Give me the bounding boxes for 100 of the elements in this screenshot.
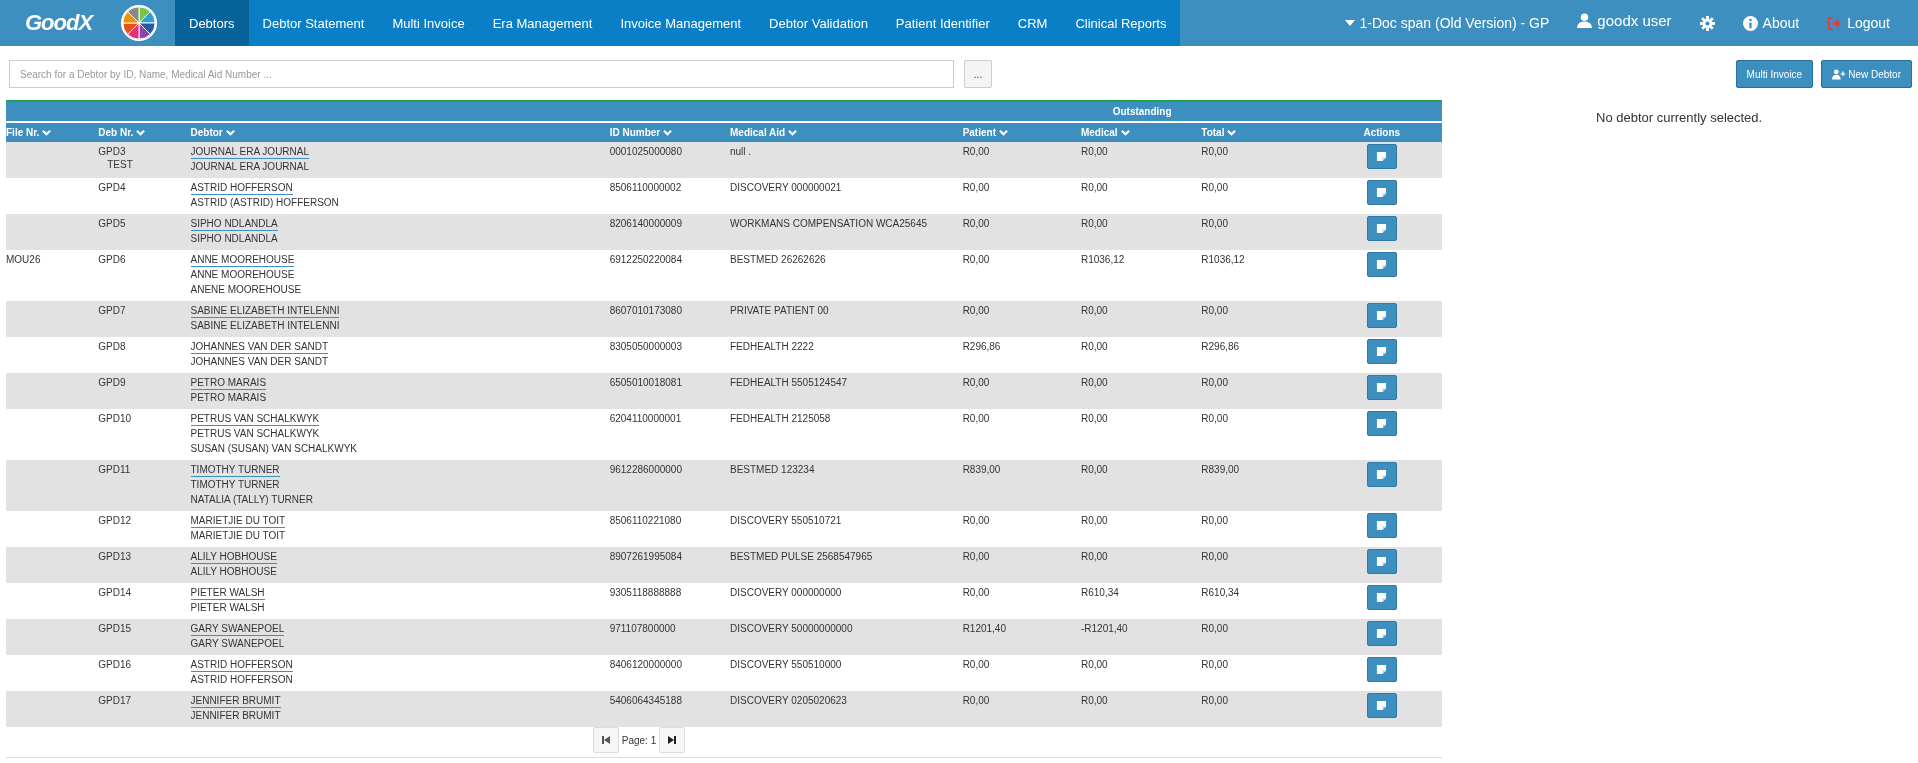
debtor-link[interactable]: ASTRID HOFFERSON	[190, 659, 293, 672]
table-cell-text: 8506110000002	[609, 181, 683, 194]
debtor-link[interactable]: ALILY HOBHOUSE	[190, 551, 277, 564]
debtor-link[interactable]: PETRO MARAIS	[190, 377, 267, 390]
table-cell-text: R1036,12	[1201, 253, 1246, 266]
nav-tab[interactable]: Debtors	[175, 0, 249, 46]
note-icon	[1376, 187, 1388, 198]
table-cell-text: R610,34	[1080, 586, 1120, 599]
table-cell: SUSAN (SUSAN) VAN SCHALKWYK	[190, 443, 357, 454]
note-button[interactable]	[1366, 549, 1397, 574]
table-cell-text: R0,00	[1080, 376, 1109, 389]
note-button[interactable]	[1366, 180, 1397, 205]
column-header[interactable]: Medical	[1080, 127, 1118, 138]
note-button[interactable]	[1366, 339, 1397, 364]
nav-tab[interactable]: Invoice Management	[606, 0, 756, 46]
sort-chevron-icon	[1120, 128, 1130, 137]
table-cell: JOURNAL ERA JOURNAL	[190, 161, 310, 172]
nav-tab[interactable]: Multi Invoice	[378, 0, 479, 46]
sort-chevron-icon	[1227, 128, 1237, 137]
table-cell: SIPHO NDLANDLA	[190, 233, 278, 244]
user-menu[interactable]: goodx user	[1563, 11, 1686, 29]
about-link[interactable]: About	[1728, 15, 1814, 31]
column-header[interactable]: Patient	[962, 127, 996, 138]
table-cell-text: 971107800000	[609, 622, 677, 635]
note-button[interactable]	[1366, 657, 1397, 682]
status-message: No debtor currently selected.	[1596, 110, 1763, 125]
note-button[interactable]	[1366, 144, 1397, 169]
sort-chevron-icon	[225, 128, 235, 137]
nav-tab[interactable]: Patient Identifier	[881, 0, 1004, 46]
first-page-button[interactable]	[592, 727, 619, 753]
note-icon	[1376, 520, 1388, 531]
debtor-link[interactable]: SABINE ELIZABETH INTELENNI	[190, 305, 340, 318]
debtor-link[interactable]: TIMOTHY TURNER	[190, 464, 280, 477]
table-cell-text: R0,00	[1080, 145, 1109, 158]
table-cell: ASTRID HOFFERSON	[190, 674, 293, 685]
table-cell-text: DISCOVERY 000000000	[730, 586, 843, 599]
note-icon	[1376, 664, 1388, 675]
action-button[interactable]: New Debtor	[1821, 60, 1912, 88]
table-cell-text: R839,00	[962, 463, 1002, 476]
nav-tab[interactable]: Debtor Statement	[248, 0, 379, 46]
debtor-link[interactable]: GARY SWANEPOEL	[190, 623, 285, 636]
practice-dropdown[interactable]: 1-Doc span (Old Version) - GP	[1330, 15, 1564, 31]
table-cell-text: GPD13	[98, 550, 133, 563]
first-page-icon	[600, 735, 611, 745]
nav-tab[interactable]: Era Management	[478, 0, 607, 46]
note-button[interactable]	[1366, 621, 1397, 646]
table-cell-text: GPD7	[98, 304, 127, 317]
debtor-link[interactable]: MARIETJIE DU TOIT	[190, 515, 286, 528]
note-button[interactable]	[1366, 585, 1397, 610]
table-cell-text: GPD9	[98, 376, 127, 389]
debtor-link[interactable]: ASTRID HOFFERSON	[190, 182, 293, 195]
note-button[interactable]	[1366, 693, 1397, 718]
note-button[interactable]	[1366, 216, 1397, 241]
search-field[interactable]: Search for a Debtor by ID, Name, Medical Aid Number ...	[9, 60, 954, 88]
note-button[interactable]	[1366, 375, 1397, 400]
debtor-link[interactable]: ANNE MOOREHOUSE	[190, 254, 295, 267]
last-page-button[interactable]	[659, 727, 686, 753]
debtor-link[interactable]: SIPHO NDLANDLA	[190, 218, 278, 231]
table-cell-text: BESTMED PULSE 2568547965	[730, 550, 874, 563]
table-cell-text: R0,00	[1080, 304, 1109, 317]
table-cell-text: R0,00	[1080, 514, 1109, 527]
table-cell-text: R0,00	[1201, 550, 1229, 563]
note-button[interactable]	[1366, 513, 1397, 538]
table-cell-text: R0,00	[1201, 217, 1229, 230]
table-cell-text: R0,00	[1201, 658, 1229, 671]
more-button[interactable]: ...	[964, 60, 992, 88]
note-button[interactable]	[1366, 303, 1397, 328]
table-cell-text: R0,00	[962, 550, 991, 563]
nav-tab[interactable]: Debtor Validation	[755, 0, 882, 46]
debtor-link[interactable]: JOURNAL ERA JOURNAL	[190, 146, 310, 159]
table-cell-text: GPD6	[98, 253, 127, 266]
note-icon	[1376, 700, 1388, 711]
logout-icon	[1827, 15, 1843, 31]
table-cell-text: R0,00	[1080, 217, 1109, 230]
column-header[interactable]: Debtor	[190, 127, 223, 138]
table-cell: ANENE MOOREHOUSE	[190, 284, 302, 295]
table-cell: NATALIA (TALLY) TURNER	[190, 494, 313, 505]
debtor-link[interactable]: JENNIFER BRUMIT	[190, 695, 281, 708]
table-cell: JENNIFER BRUMIT	[190, 710, 281, 721]
table-cell-text: R0,00	[962, 694, 991, 707]
table-cell-text: BESTMED 26262626	[730, 253, 827, 266]
nav-tab[interactable]: Clinical Reports	[1061, 0, 1181, 46]
table-cell-text: PRIVATE PATIENT 00	[730, 304, 830, 317]
note-button[interactable]	[1366, 411, 1397, 436]
note-button[interactable]	[1366, 462, 1397, 487]
debtor-link[interactable]: PETRUS VAN SCHALKWYK	[190, 413, 320, 426]
note-icon	[1376, 592, 1388, 603]
nav-tab[interactable]: CRM	[1003, 0, 1062, 46]
table-cell-text: 6912250220084	[609, 253, 683, 266]
action-button[interactable]: Multi Invoice	[1735, 60, 1814, 88]
column-header[interactable]: Medical Aid	[730, 127, 786, 138]
table-cell-text: GPD8	[98, 340, 127, 353]
note-button[interactable]	[1366, 252, 1397, 277]
table-cell-text: DISCOVERY 550510721	[730, 514, 843, 527]
info-icon	[1742, 15, 1758, 31]
table-cell-text: R0,00	[962, 412, 991, 425]
column-header[interactable]: Total	[1201, 127, 1225, 138]
debtor-link[interactable]: JOHANNES VAN DER SANDT	[190, 341, 329, 354]
logout-link[interactable]: Logout	[1813, 15, 1904, 31]
debtor-link[interactable]: PIETER WALSH	[190, 587, 265, 600]
